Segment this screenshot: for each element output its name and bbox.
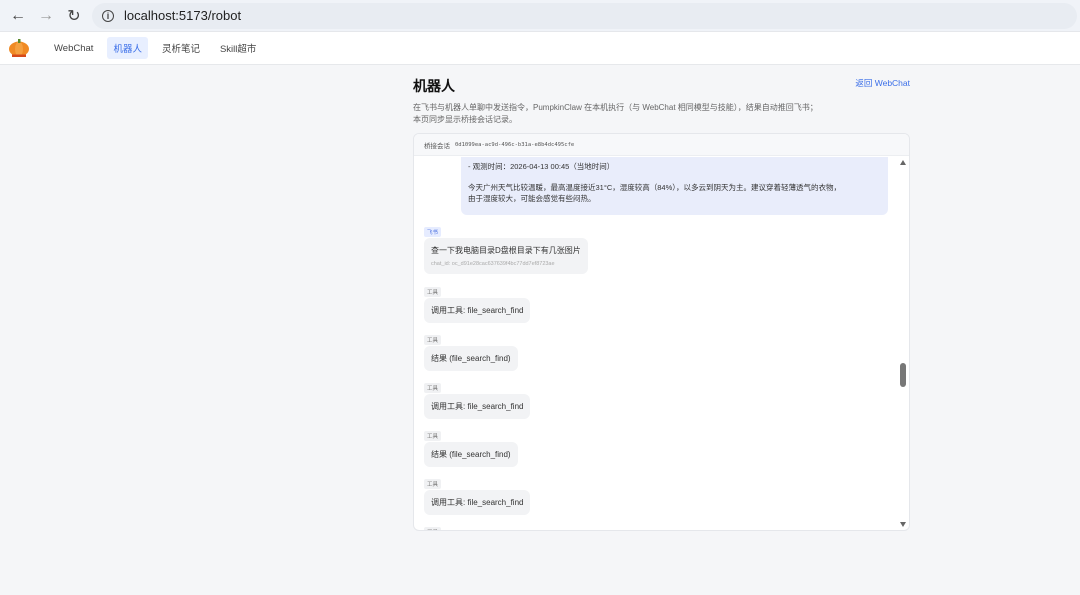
session-header: 桥接会话 0d1099ea-ac9d-496c-b31a-e8b4dc495cf… bbox=[414, 134, 909, 156]
session-id: 0d1099ea-ac9d-496c-b31a-e8b4dc495cfe bbox=[455, 141, 575, 148]
scrollbar-thumb[interactable] bbox=[900, 363, 906, 387]
chat-id: chat_id: oc_d91e28cac637639f4bc77dd7ef87… bbox=[431, 261, 555, 267]
info-icon[interactable]: i bbox=[102, 9, 114, 22]
tool-message: 调用工具: file_search_find bbox=[424, 394, 531, 419]
tool-message: 结果 (file_search_find) bbox=[424, 442, 518, 467]
page-title: 机器人 bbox=[413, 78, 455, 94]
message-list[interactable]: - 观测时间：2026-04-13 00:45（当地时间） 今天广州天气比较温暖… bbox=[414, 157, 897, 530]
app-nav: WebChat 机器人 灵析笔记 Skill超市 bbox=[0, 32, 1080, 65]
bot-message-line: 由于湿度较大，可能会感觉有些闷热。 bbox=[468, 194, 596, 203]
tool-tag: 工具 bbox=[424, 335, 442, 345]
tool-message: 调用工具: file_search_find bbox=[424, 298, 531, 323]
tool-tag: 工具 bbox=[424, 287, 442, 297]
nav-item-skill-market[interactable]: Skill超市 bbox=[214, 37, 262, 59]
tool-tag: 工具 bbox=[424, 527, 442, 530]
pumpkin-logo-icon[interactable] bbox=[8, 38, 30, 58]
scroll-up-arrow-icon[interactable] bbox=[900, 160, 906, 165]
tool-tag: 工具 bbox=[424, 479, 442, 489]
feishu-message: 查一下我电脑目录D盘根目录下有几张图片 chat_id: oc_d91e28ca… bbox=[424, 238, 588, 274]
tool-message: 调用工具: file_search_find bbox=[424, 490, 531, 515]
nav-item-notes[interactable]: 灵析笔记 bbox=[156, 37, 206, 59]
tool-tag: 工具 bbox=[424, 383, 442, 393]
browser-toolbar: ← → ↻ i localhost:5173/robot bbox=[0, 0, 1080, 32]
url-text: localhost:5173/robot bbox=[124, 8, 242, 23]
bot-message: - 观测时间：2026-04-13 00:45（当地时间） 今天广州天气比较温暖… bbox=[461, 157, 888, 215]
tool-tag: 工具 bbox=[424, 431, 442, 441]
nav-item-robot[interactable]: 机器人 bbox=[107, 37, 148, 59]
scroll-down-arrow-icon[interactable] bbox=[900, 522, 906, 527]
page-description: 在飞书与机器人单聊中发送指令，PumpkinClaw 在本机执行（与 WebCh… bbox=[413, 102, 910, 125]
nav-item-webchat[interactable]: WebChat bbox=[48, 39, 99, 58]
back-to-webchat-link[interactable]: 返回 WebChat bbox=[855, 77, 910, 89]
forward-arrow-icon[interactable]: → bbox=[32, 2, 60, 30]
feishu-message-text: 查一下我电脑目录D盘根目录下有几张图片 bbox=[431, 246, 581, 255]
tool-message: 结果 (file_search_find) bbox=[424, 346, 518, 371]
scrollbar[interactable] bbox=[897, 157, 909, 530]
page-header: 机器人 返回 WebChat 在飞书与机器人单聊中发送指令，PumpkinCla… bbox=[413, 76, 910, 125]
bot-message-line: - 观测时间：2026-04-13 00:45（当地时间） bbox=[468, 162, 615, 171]
bot-message-line: 今天广州天气比较温暖，最高温度接近31°C，湿度较高（84%），以多云到阴天为主… bbox=[468, 183, 842, 192]
description-line: 在飞书与机器人单聊中发送指令，PumpkinClaw 在本机执行（与 WebCh… bbox=[413, 103, 818, 112]
reload-icon[interactable]: ↻ bbox=[60, 2, 88, 30]
session-panel: 桥接会话 0d1099ea-ac9d-496c-b31a-e8b4dc495cf… bbox=[413, 133, 910, 531]
description-line: 本页同步显示桥接会话记录。 bbox=[413, 114, 517, 124]
address-bar[interactable]: i localhost:5173/robot bbox=[92, 2, 1077, 29]
session-label: 桥接会话 bbox=[424, 142, 450, 150]
back-arrow-icon[interactable]: ← bbox=[4, 2, 32, 30]
feishu-tag: 飞书 bbox=[424, 227, 442, 237]
